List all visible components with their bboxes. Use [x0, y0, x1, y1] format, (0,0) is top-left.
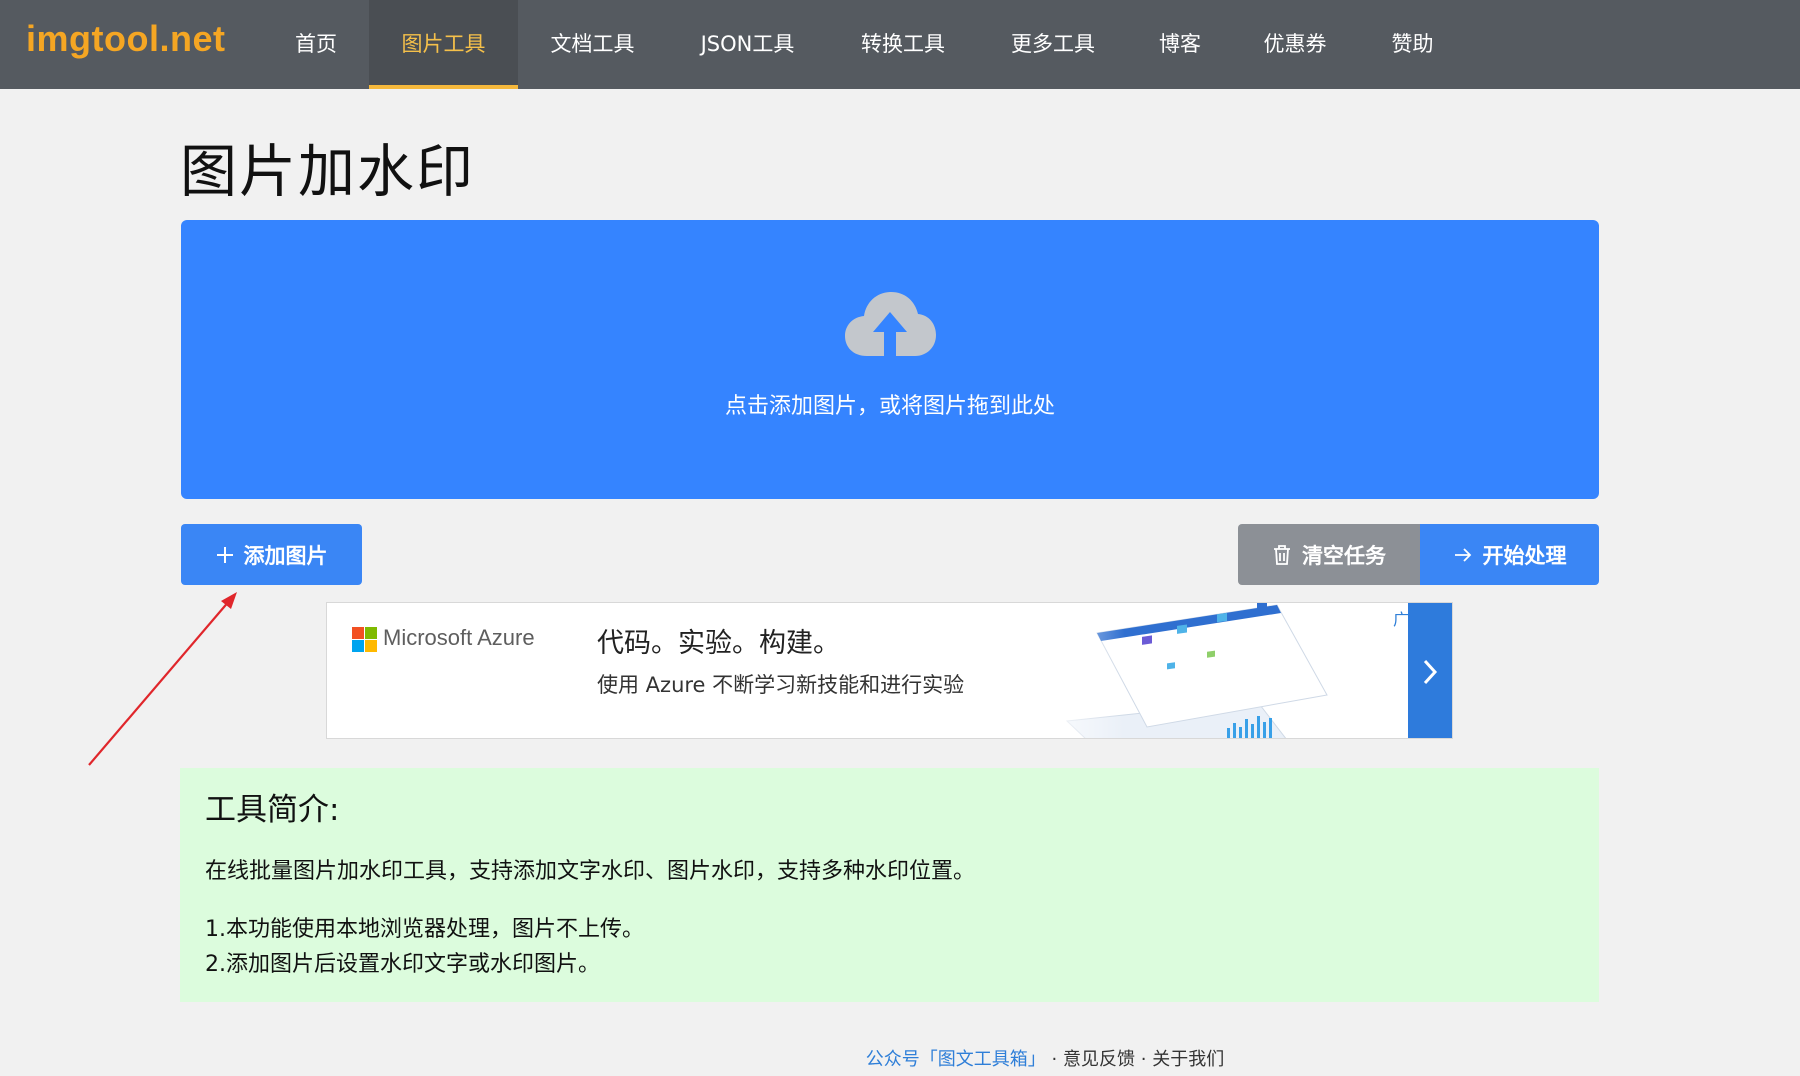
nav-item-more-tools[interactable]: 更多工具: [993, 0, 1113, 89]
ad-banner[interactable]: Microsoft Azure 代码。实验。构建。 使用 Azure 不断学习新…: [326, 602, 1453, 739]
add-image-button[interactable]: 添加图片: [181, 524, 362, 585]
footer-separator: ·: [1140, 1049, 1147, 1070]
nav-item-home[interactable]: 首页: [268, 0, 364, 89]
add-image-label: 添加图片: [243, 543, 328, 568]
list-item: 2.添加图片后设置水印文字或水印图片。: [205, 952, 600, 977]
footer-feedback-link[interactable]: 意见反馈: [1063, 1049, 1135, 1070]
nav-item-convert-tools[interactable]: 转换工具: [843, 0, 963, 89]
cloud-upload-icon: [845, 292, 936, 356]
ad-dashboard-illustration: [1027, 603, 1353, 738]
intro-description: 在线批量图片加水印工具，支持添加文字水印、图片水印，支持多种水印位置。: [205, 859, 976, 884]
arrow-right-icon: [1454, 547, 1471, 562]
footer-about-link[interactable]: 关于我们: [1152, 1049, 1224, 1070]
list-item: 1.本功能使用本地浏览器处理，图片不上传。: [205, 917, 644, 942]
clear-tasks-label: 清空任务: [1302, 543, 1386, 568]
clear-tasks-button[interactable]: 清空任务: [1238, 524, 1420, 585]
tool-intro-panel: 工具简介: 在线批量图片加水印工具，支持添加文字水印、图片水印，支持多种水印位置…: [180, 768, 1599, 1002]
start-processing-label: 开始处理: [1482, 543, 1567, 568]
intro-title: 工具简介:: [205, 792, 340, 828]
footer-wechat-link[interactable]: 公众号「图文工具箱」: [866, 1049, 1046, 1070]
ad-next-button[interactable]: [1408, 603, 1452, 738]
footer-separator: ·: [1051, 1049, 1058, 1070]
upload-dropzone[interactable]: 点击添加图片，或将图片拖到此处: [181, 220, 1599, 499]
trash-icon: [1274, 544, 1290, 565]
nav-item-sponsor[interactable]: 赞助: [1370, 0, 1455, 89]
page-title: 图片加水印: [180, 139, 475, 205]
plus-icon: [216, 546, 233, 563]
nav-item-image-tools[interactable]: 图片工具: [369, 0, 518, 89]
top-navbar: imgtool.net 首页 图片工具 文档工具 JSON工具 转换工具 更多工…: [0, 0, 1800, 89]
footer: 公众号「图文工具箱」 · 意见反馈 · 关于我们: [0, 1045, 1800, 1071]
nav-item-document-tools[interactable]: 文档工具: [530, 0, 655, 89]
start-processing-button[interactable]: 开始处理: [1420, 524, 1599, 585]
chevron-right-icon: [1423, 659, 1438, 684]
ad-headline: 代码。实验。构建。: [597, 628, 840, 659]
upload-hint-text: 点击添加图片，或将图片拖到此处: [724, 394, 1055, 419]
nav-item-blog[interactable]: 博客: [1140, 0, 1220, 89]
nav-item-coupons[interactable]: 优惠券: [1245, 0, 1345, 89]
intro-list: 1.本功能使用本地浏览器处理，图片不上传。 2.添加图片后设置水印文字或水印图片…: [205, 912, 644, 982]
ad-subline: 使用 Azure 不断学习新技能和进行实验: [597, 673, 965, 697]
microsoft-logo-icon: [352, 627, 377, 652]
nav-item-json-tools[interactable]: JSON工具: [680, 0, 815, 89]
site-logo[interactable]: imgtool.net: [26, 18, 225, 60]
ad-brand-name: Microsoft Azure: [383, 625, 535, 650]
